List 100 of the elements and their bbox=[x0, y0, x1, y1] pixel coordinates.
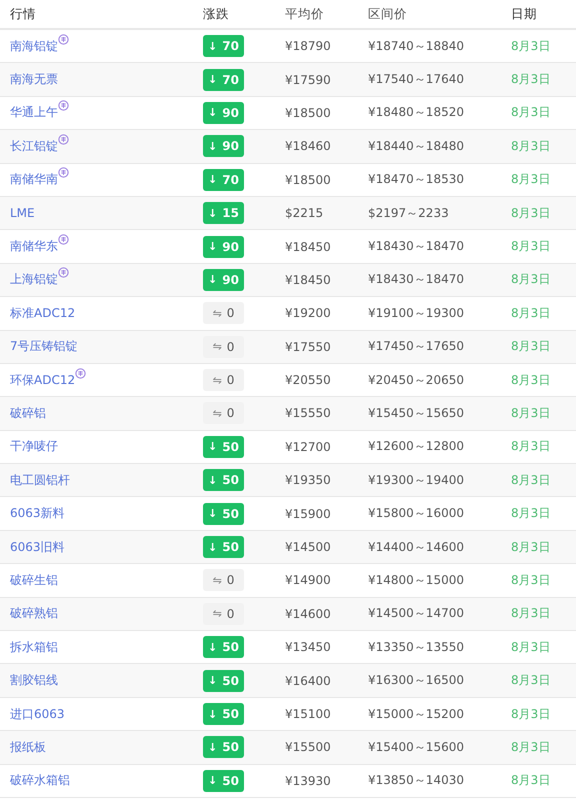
price-change-badge: ↓ 50 bbox=[203, 469, 244, 492]
market-name-link[interactable]: 上海铝锭 bbox=[10, 271, 58, 288]
date-text: 8月3日 bbox=[511, 406, 550, 420]
price-range: ¥19300～19400 bbox=[368, 472, 464, 487]
down-arrow-icon: ↓ bbox=[208, 640, 218, 654]
price-change-badge: ⇋ 0 bbox=[203, 336, 244, 358]
market-name-link[interactable]: 破碎铝 bbox=[10, 404, 46, 422]
market-name-link[interactable]: 报纸板 bbox=[10, 738, 46, 756]
average-price: ¥16400 bbox=[285, 674, 331, 688]
average-price: ¥15100 bbox=[285, 707, 331, 721]
down-arrow-icon: ↓ bbox=[208, 674, 218, 688]
price-range: ¥15800～16000 bbox=[368, 506, 464, 520]
price-change-badge: ⇋ 0 bbox=[203, 402, 244, 424]
market-name-link[interactable]: 南海铝锭 bbox=[10, 38, 58, 55]
down-arrow-icon: ↓ bbox=[208, 440, 218, 454]
market-name-link[interactable]: 进口6063 bbox=[10, 706, 65, 722]
market-name-link[interactable]: 长江铝锭 bbox=[10, 138, 58, 155]
down-arrow-icon: ↓ bbox=[208, 474, 218, 487]
down-arrow-icon: ↓ bbox=[208, 140, 218, 153]
price-range: ¥18430～18470 bbox=[368, 239, 464, 254]
date-text: 8月3日 bbox=[511, 540, 550, 554]
two-way-arrow-icon: ⇋ bbox=[212, 406, 222, 420]
average-price: ¥13930 bbox=[285, 774, 331, 788]
market-name-link[interactable]: 标准ADC12 bbox=[10, 304, 76, 322]
market-name-link[interactable]: 华通上午 bbox=[10, 104, 58, 122]
average-price: ¥15550 bbox=[285, 406, 331, 420]
date-text: 8月3日 bbox=[511, 105, 550, 120]
price-range: ¥19100～19300 bbox=[368, 306, 464, 320]
date-text: 8月3日 bbox=[511, 372, 550, 387]
average-price: ¥19350 bbox=[285, 473, 331, 488]
date-text: 8月3日 bbox=[511, 38, 550, 53]
price-range: ¥14500～14700 bbox=[368, 606, 464, 620]
price-range: ¥17450～17650 bbox=[368, 339, 464, 354]
date-text: 8月3日 bbox=[511, 572, 550, 587]
average-price: ¥18500 bbox=[285, 106, 331, 120]
price-change-badge: ↓ 50 bbox=[203, 736, 244, 758]
down-arrow-icon: ↓ bbox=[208, 206, 218, 220]
market-name-link[interactable]: 南储华南 bbox=[10, 171, 58, 188]
price-change-badge: ↓ 70 bbox=[203, 35, 244, 58]
price-range: ¥18470～18530 bbox=[368, 172, 464, 186]
price-range: ¥16300～16500 bbox=[368, 673, 464, 688]
market-name-link[interactable]: 6063旧料 bbox=[10, 538, 65, 556]
date-text: 8月3日 bbox=[511, 506, 550, 520]
market-name-link[interactable]: 干净唛仔 bbox=[10, 438, 58, 456]
market-name-link[interactable]: 破碎熟铝 bbox=[10, 605, 58, 622]
market-name-link[interactable]: 割胶铝线 bbox=[10, 672, 58, 690]
price-change-badge: ↓ 50 bbox=[203, 703, 244, 725]
down-arrow-icon: ↓ bbox=[208, 540, 218, 554]
price-range: ¥15400～15600 bbox=[368, 740, 464, 754]
two-way-arrow-icon: ⇋ bbox=[212, 574, 222, 587]
date-text: 8月3日 bbox=[511, 439, 550, 454]
column-header: 区间价 bbox=[368, 6, 407, 20]
date-text: 8月3日 bbox=[511, 172, 550, 186]
price-range: ¥17540～17640 bbox=[368, 72, 464, 86]
date-text: 8月3日 bbox=[511, 640, 550, 654]
price-range: ¥13350～13550 bbox=[368, 640, 464, 654]
market-name-link[interactable]: 环保ADC12 bbox=[10, 372, 76, 389]
price-change-badge: ⇋ 0 bbox=[203, 602, 244, 625]
market-name-link[interactable]: 南海无票 bbox=[10, 71, 58, 88]
market-name-link[interactable]: LME bbox=[10, 206, 35, 220]
price-change-badge: ↓ 50 bbox=[203, 502, 244, 525]
down-arrow-icon: ↓ bbox=[208, 273, 218, 286]
average-price: ¥15900 bbox=[285, 506, 331, 521]
market-name-link[interactable]: 6063新料 bbox=[10, 505, 65, 522]
column-header: 行情 bbox=[10, 6, 36, 22]
price-change-badge: ↓ 90 bbox=[203, 135, 244, 158]
down-arrow-icon: ↓ bbox=[208, 507, 218, 520]
price-range: ¥13850～14030 bbox=[368, 773, 464, 788]
market-name-link[interactable]: 电工圆铝杆 bbox=[10, 472, 70, 489]
price-change-badge: ↓ 90 bbox=[203, 268, 244, 291]
date-text: 8月3日 bbox=[511, 706, 550, 720]
market-name-link[interactable]: 拆水箱铝 bbox=[10, 638, 58, 656]
date-text: 8月3日 bbox=[511, 306, 550, 320]
date-text: 8月3日 bbox=[511, 272, 550, 286]
average-price: ¥17590 bbox=[285, 72, 331, 87]
price-range: $2197～2233 bbox=[368, 206, 449, 220]
price-range: ¥14800～15000 bbox=[368, 572, 464, 587]
price-range: ¥18740～18840 bbox=[368, 38, 464, 53]
price-change-badge: ↓ 50 bbox=[203, 770, 244, 792]
price-change-badge: ↓ 90 bbox=[203, 102, 244, 124]
down-arrow-icon: ↓ bbox=[208, 173, 218, 186]
column-header: 日期 bbox=[511, 6, 537, 20]
market-name-link[interactable]: 7号压铸铝锭 bbox=[10, 338, 78, 356]
average-price: ¥18460 bbox=[285, 139, 331, 154]
average-price: $2215 bbox=[285, 206, 324, 220]
two-way-arrow-icon: ⇋ bbox=[212, 374, 222, 387]
price-range: ¥18430～18470 bbox=[368, 272, 464, 286]
date-text: 8月3日 bbox=[511, 206, 550, 220]
market-name-link[interactable]: 破碎生铝 bbox=[10, 572, 58, 589]
price-change-badge: ↓ 50 bbox=[203, 536, 244, 558]
price-change-badge: ⇋ 0 bbox=[203, 369, 244, 392]
price-change-badge: ↓ 50 bbox=[203, 636, 244, 658]
down-arrow-icon: ↓ bbox=[208, 40, 218, 53]
market-name-link[interactable]: 破碎水箱铝 bbox=[10, 772, 70, 790]
price-change-badge: ↓ 70 bbox=[203, 168, 244, 191]
column-header: 平均价 bbox=[285, 6, 324, 20]
date-text: 8月3日 bbox=[511, 472, 550, 487]
down-arrow-icon: ↓ bbox=[208, 106, 218, 120]
market-name-link[interactable]: 南储华东 bbox=[10, 238, 58, 256]
average-price: ¥12700 bbox=[285, 440, 331, 454]
